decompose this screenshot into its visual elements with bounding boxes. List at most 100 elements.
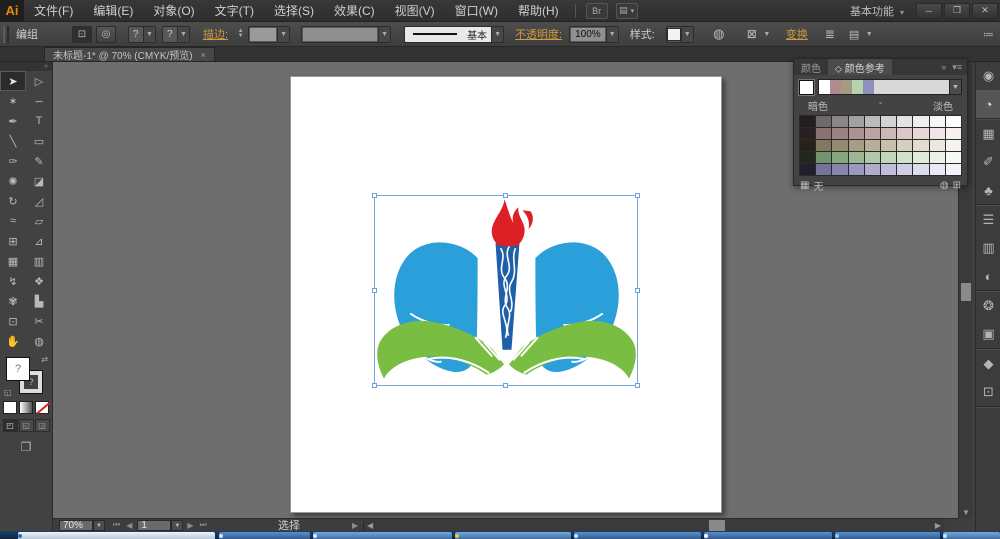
tool-button[interactable]: ▦ xyxy=(0,251,26,271)
next-artboard-icon[interactable]: ▶ xyxy=(187,521,193,530)
tool-button[interactable]: ▷ xyxy=(26,71,52,91)
prev-artboard-icon[interactable]: ◀ xyxy=(126,521,132,530)
taskbar-button[interactable] xyxy=(455,532,571,539)
tool-button[interactable]: ✶ xyxy=(0,91,26,111)
color-swatch[interactable] xyxy=(913,116,928,127)
color-swatch[interactable] xyxy=(930,140,945,151)
window-control-button[interactable]: ✕ xyxy=(972,3,998,19)
horizontal-scrollbar-thumb[interactable] xyxy=(709,520,725,531)
tool-button[interactable]: ⊞ xyxy=(0,231,26,251)
taskbar-button[interactable] xyxy=(313,532,452,539)
swap-fill-stroke-icon[interactable]: ⇄ xyxy=(41,355,48,364)
transform-link[interactable]: 变换 xyxy=(786,26,808,42)
taskbar-button[interactable] xyxy=(943,532,1000,539)
dock-panel-icon[interactable]: ▦ xyxy=(976,120,1000,148)
taskbar-button[interactable] xyxy=(835,532,940,539)
fill-stroke-proxy[interactable]: ? ? ⇄ ◱ xyxy=(3,355,49,397)
menu-item[interactable]: 帮助(H) xyxy=(508,0,569,22)
zoom-dropdown-icon[interactable]: ▼ xyxy=(93,520,105,531)
color-swatch[interactable] xyxy=(913,128,928,139)
artboard-dropdown-icon[interactable]: ▼ xyxy=(171,520,183,531)
color-swatch[interactable] xyxy=(897,164,912,175)
collapse-panel-icon[interactable]: » xyxy=(941,62,946,72)
color-swatch[interactable] xyxy=(816,128,831,139)
color-swatch[interactable] xyxy=(849,164,864,175)
dock-panel-icon[interactable]: ☰ xyxy=(976,206,1000,234)
recolor-artwork-icon[interactable]: ◍ xyxy=(709,26,729,43)
panel-tab[interactable]: 颜色 xyxy=(794,59,828,75)
stroke-color-dropdown[interactable]: ?▼ xyxy=(162,26,190,43)
none-button[interactable] xyxy=(35,401,49,414)
color-swatch[interactable] xyxy=(946,128,961,139)
bounding-box-icon[interactable]: ⊡ xyxy=(72,26,92,43)
menu-item[interactable]: 选择(S) xyxy=(264,0,324,22)
color-swatch[interactable] xyxy=(849,128,864,139)
status-expand-icon[interactable]: ▶ xyxy=(352,521,358,530)
taskbar-button[interactable] xyxy=(704,532,832,539)
artboard-number-field[interactable]: 1 xyxy=(137,520,171,531)
selection-handle[interactable] xyxy=(372,383,377,388)
tool-button[interactable]: ⊡ xyxy=(0,311,26,331)
color-swatch[interactable] xyxy=(865,128,880,139)
dock-panel-icon[interactable]: ✐ xyxy=(976,148,1000,176)
tool-button[interactable]: ▥ xyxy=(26,251,52,271)
color-swatch[interactable] xyxy=(849,152,864,163)
scroll-right-icon[interactable]: ▶ xyxy=(935,521,941,530)
color-swatch[interactable] xyxy=(897,140,912,151)
first-artboard-icon[interactable]: ⏮ xyxy=(113,520,120,530)
document-tab[interactable]: 未标题-1* @ 70% (CMYK/预览) × xyxy=(44,47,215,61)
dock-panel-icon[interactable]: ⊡ xyxy=(976,378,1000,406)
color-swatch[interactable] xyxy=(913,152,928,163)
color-swatch[interactable] xyxy=(881,152,896,163)
panel-tab[interactable]: ⬦ 颜色参考 xyxy=(828,59,892,75)
color-swatch[interactable] xyxy=(816,164,831,175)
taskbar-button[interactable] xyxy=(574,532,701,539)
brush-definition-dropdown[interactable]: 基本▼ xyxy=(404,26,504,43)
tool-button[interactable]: ✒ xyxy=(0,111,26,131)
close-icon[interactable]: × xyxy=(201,50,206,60)
color-swatch[interactable] xyxy=(930,116,945,127)
scroll-left-icon[interactable]: ◀ xyxy=(367,521,373,530)
tool-button[interactable]: ▙ xyxy=(26,291,52,311)
color-swatch[interactable] xyxy=(946,152,961,163)
default-fill-stroke-icon[interactable]: ◱ xyxy=(4,388,12,397)
color-swatch[interactable] xyxy=(865,164,880,175)
color-swatch[interactable] xyxy=(849,116,864,127)
panel-grip[interactable] xyxy=(3,26,9,43)
opacity-dropdown[interactable]: 100%▼ xyxy=(569,26,619,43)
color-swatch[interactable] xyxy=(800,164,815,175)
color-swatch[interactable] xyxy=(930,128,945,139)
clipping-mask-dropdown[interactable]: ⊠▼ xyxy=(743,26,773,43)
harmony-rule-dropdown[interactable]: ▼ xyxy=(818,79,962,95)
base-color-swatch[interactable] xyxy=(799,80,814,95)
tool-button[interactable]: ✂ xyxy=(26,311,52,331)
color-swatch[interactable] xyxy=(800,140,815,151)
panel-menu-icon[interactable]: ▾≡ xyxy=(952,62,962,73)
color-swatch[interactable] xyxy=(946,116,961,127)
tool-button[interactable]: ✎ xyxy=(26,151,52,171)
tool-button[interactable]: ✾ xyxy=(0,291,26,311)
color-swatch[interactable] xyxy=(800,116,815,127)
color-swatch[interactable] xyxy=(865,140,880,151)
color-swatch[interactable] xyxy=(832,152,847,163)
scroll-down-icon[interactable]: ▼ xyxy=(959,508,973,517)
arrange-documents-icon[interactable]: ▤▾ xyxy=(616,3,638,19)
workspace-switcher[interactable]: 基本功能▾ xyxy=(850,3,904,19)
tool-button[interactable]: ◪ xyxy=(26,171,52,191)
dock-panel-icon[interactable]: ◐ xyxy=(976,262,1000,290)
taskbar-button[interactable] xyxy=(18,532,215,539)
selection-bounding-box[interactable] xyxy=(374,195,638,386)
window-control-button[interactable]: ❐ xyxy=(944,3,970,19)
menu-item[interactable]: 视图(V) xyxy=(385,0,445,22)
zoom-level-field[interactable]: 70% xyxy=(59,520,93,531)
menu-item[interactable]: 窗口(W) xyxy=(445,0,508,22)
color-swatch[interactable] xyxy=(832,140,847,151)
tool-button[interactable]: ∽ xyxy=(26,91,52,111)
stroke-weight-dropdown[interactable]: ▼ xyxy=(248,26,290,43)
tool-button[interactable]: ╲ xyxy=(0,131,26,151)
limit-colors-icon[interactable]: ▦ xyxy=(800,180,809,191)
color-swatch[interactable] xyxy=(946,164,961,175)
tool-button[interactable]: ◿ xyxy=(26,191,52,211)
panel-toggle-icon[interactable]: ≔ xyxy=(983,28,994,41)
dock-panel-icon[interactable]: ♣ xyxy=(976,176,1000,204)
